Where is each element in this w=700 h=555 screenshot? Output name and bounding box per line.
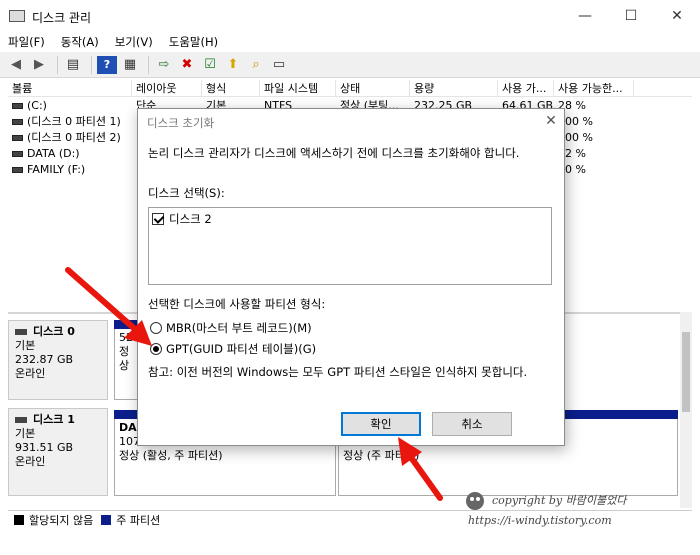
mbr-radio[interactable] (150, 322, 162, 334)
toolbar-separator (57, 55, 58, 74)
partition-state: 정상 (119, 345, 130, 372)
disk-type: 기본 (15, 427, 36, 440)
partition-state: 정상 (주 파티션) (343, 449, 420, 462)
disk-management-icon (9, 10, 25, 22)
menu-help[interactable]: 도움말(H) (161, 34, 226, 50)
watermark-logo-icon (466, 492, 484, 510)
volume-percent: 28 % (558, 99, 586, 112)
disk-size: 931.51 GB (15, 441, 74, 454)
search-folder-icon[interactable]: ⌕ (246, 56, 266, 74)
vertical-scrollbar[interactable] (680, 312, 692, 508)
menu-action[interactable]: 동작(A) (53, 34, 107, 50)
partition-state: 정상 (활성, 주 파티션) (119, 449, 223, 462)
disk-select-label: 디스크 선택(S): (148, 186, 225, 200)
drive-icon (12, 135, 23, 141)
volume-name: (C:) (27, 99, 47, 112)
legend-unallocated: 할당되지 않음 (29, 513, 94, 527)
mbr-option[interactable]: MBR(마스터 부트 레코드)(M) (150, 320, 312, 336)
volume-percent: 100 % (558, 115, 593, 128)
disk-state: 온라인 (15, 455, 46, 468)
volume-percent: 50 % (558, 163, 586, 176)
mbr-label: MBR(마스터 부트 레코드)(M) (166, 321, 312, 335)
minimize-button[interactable]: — (562, 0, 608, 32)
disk-select-list[interactable]: 디스크 2 (148, 207, 552, 285)
menu-bar: 파일(F) 동작(A) 보기(V) 도움말(H) (0, 32, 700, 52)
properties-icon[interactable]: ▦ (120, 56, 140, 74)
volume-name: FAMILY (F:) (27, 163, 86, 176)
help-icon[interactable]: ? (97, 55, 117, 74)
close-button[interactable]: ✕ (654, 0, 700, 32)
gpt-radio[interactable] (150, 343, 162, 355)
dialog-close-button[interactable]: ✕ (540, 111, 562, 131)
volume-percent: 100 % (558, 131, 593, 144)
column-layout[interactable]: 레이아웃 (132, 80, 202, 96)
window-title: 디스크 관리 (32, 11, 92, 25)
watermark-line1: copyright by 바람이불었다 (492, 494, 627, 507)
volume-name: DATA (D:) (27, 147, 80, 160)
partition-bar (114, 320, 138, 329)
initialize-disk-dialog: 디스크 초기화 ✕ 논리 디스크 관리자가 디스크에 액세스하기 전에 디스크를… (137, 108, 565, 446)
list-view-icon[interactable]: ▭ (269, 56, 289, 74)
unallocated-swatch (14, 514, 24, 525)
connect-icon[interactable]: ⇨ (154, 56, 174, 74)
disk-state: 온라인 (15, 367, 46, 380)
disk-name: 디스크 1 (33, 413, 75, 426)
watermark-line2: https://i-windy.tistory.com (468, 514, 612, 527)
disk-2-label: 디스크 2 (169, 212, 212, 226)
drive-icon (12, 103, 23, 109)
legend-primary: 주 파티션 (116, 513, 161, 527)
console-tree-icon[interactable]: ▤ (63, 56, 83, 74)
disk-name: 디스크 0 (33, 325, 75, 338)
volume-percent: 82 % (558, 147, 586, 160)
partition-size: 529 (119, 331, 140, 344)
gpt-option[interactable]: GPT(GUID 파티션 테이블)(G) (150, 341, 316, 357)
cancel-button[interactable]: 취소 (432, 412, 512, 436)
disk-0-partition[interactable]: 529 정상 (114, 320, 140, 400)
scrollbar-thumb[interactable] (682, 332, 690, 412)
menu-view[interactable]: 보기(V) (107, 34, 161, 50)
drive-icon (12, 167, 23, 173)
check-icon[interactable]: ☑ (200, 56, 220, 74)
disk-2-checkbox[interactable] (152, 213, 164, 225)
partition-style-label: 선택한 디스크에 사용할 파티션 형식: (148, 297, 326, 311)
disk-icon (15, 329, 27, 335)
disk-icon (15, 417, 27, 423)
primary-swatch (101, 514, 112, 525)
folder-up-icon[interactable]: ⬆ (223, 56, 243, 74)
volume-name: (디스크 0 파티션 1) (27, 115, 121, 128)
gpt-label: GPT(GUID 파티션 테이블)(G) (166, 342, 317, 356)
toolbar: ◀ ▶ ▤ ? ▦ ⇨ ✖ ☑ ⬆ ⌕ ▭ (0, 52, 700, 78)
watermark: copyright by 바람이불었다 https://i-windy.tist… (458, 488, 694, 536)
forward-arrow-icon[interactable]: ▶ (29, 56, 49, 74)
dialog-note: 참고: 이전 버전의 Windows는 모두 GPT 파티션 스타일은 인식하지… (148, 365, 528, 379)
menu-file[interactable]: 파일(F) (0, 34, 53, 50)
drive-icon (12, 119, 23, 125)
disk-0-label[interactable]: 디스크 0 기본 232.87 GB 온라인 (8, 320, 108, 400)
delete-icon[interactable]: ✖ (177, 56, 197, 74)
disk-size: 232.87 GB (15, 353, 74, 366)
volume-name: (디스크 0 파티션 2) (27, 131, 121, 144)
column-filesystem[interactable]: 파일 시스템 (260, 80, 336, 96)
title-bar: 디스크 관리 — ☐ ✕ (0, 0, 700, 32)
ok-button[interactable]: 확인 (341, 412, 421, 436)
column-type[interactable]: 형식 (202, 80, 260, 96)
column-capacity[interactable]: 용량 (410, 80, 498, 96)
disk-1-label[interactable]: 디스크 1 기본 931.51 GB 온라인 (8, 408, 108, 496)
toolbar-separator (91, 55, 92, 74)
column-percent-free[interactable]: 사용 가능한... (554, 80, 634, 96)
toolbar-separator (148, 55, 149, 74)
dialog-description: 논리 디스크 관리자가 디스크에 액세스하기 전에 디스크를 초기화해야 합니다… (148, 146, 520, 160)
drive-icon (12, 151, 23, 157)
back-arrow-icon[interactable]: ◀ (6, 56, 26, 74)
disk-type: 기본 (15, 339, 36, 352)
column-volume[interactable]: 볼륨 (8, 80, 132, 96)
column-status[interactable]: 상태 (336, 80, 410, 96)
column-free-space[interactable]: 사용 가... (498, 80, 554, 96)
maximize-button[interactable]: ☐ (608, 0, 654, 32)
volume-table-header: 볼륨 레이아웃 형식 파일 시스템 상태 용량 사용 가... 사용 가능한..… (8, 80, 692, 97)
dialog-title: 디스크 초기화 (147, 116, 215, 130)
disk-2-item[interactable]: 디스크 2 (152, 211, 212, 227)
